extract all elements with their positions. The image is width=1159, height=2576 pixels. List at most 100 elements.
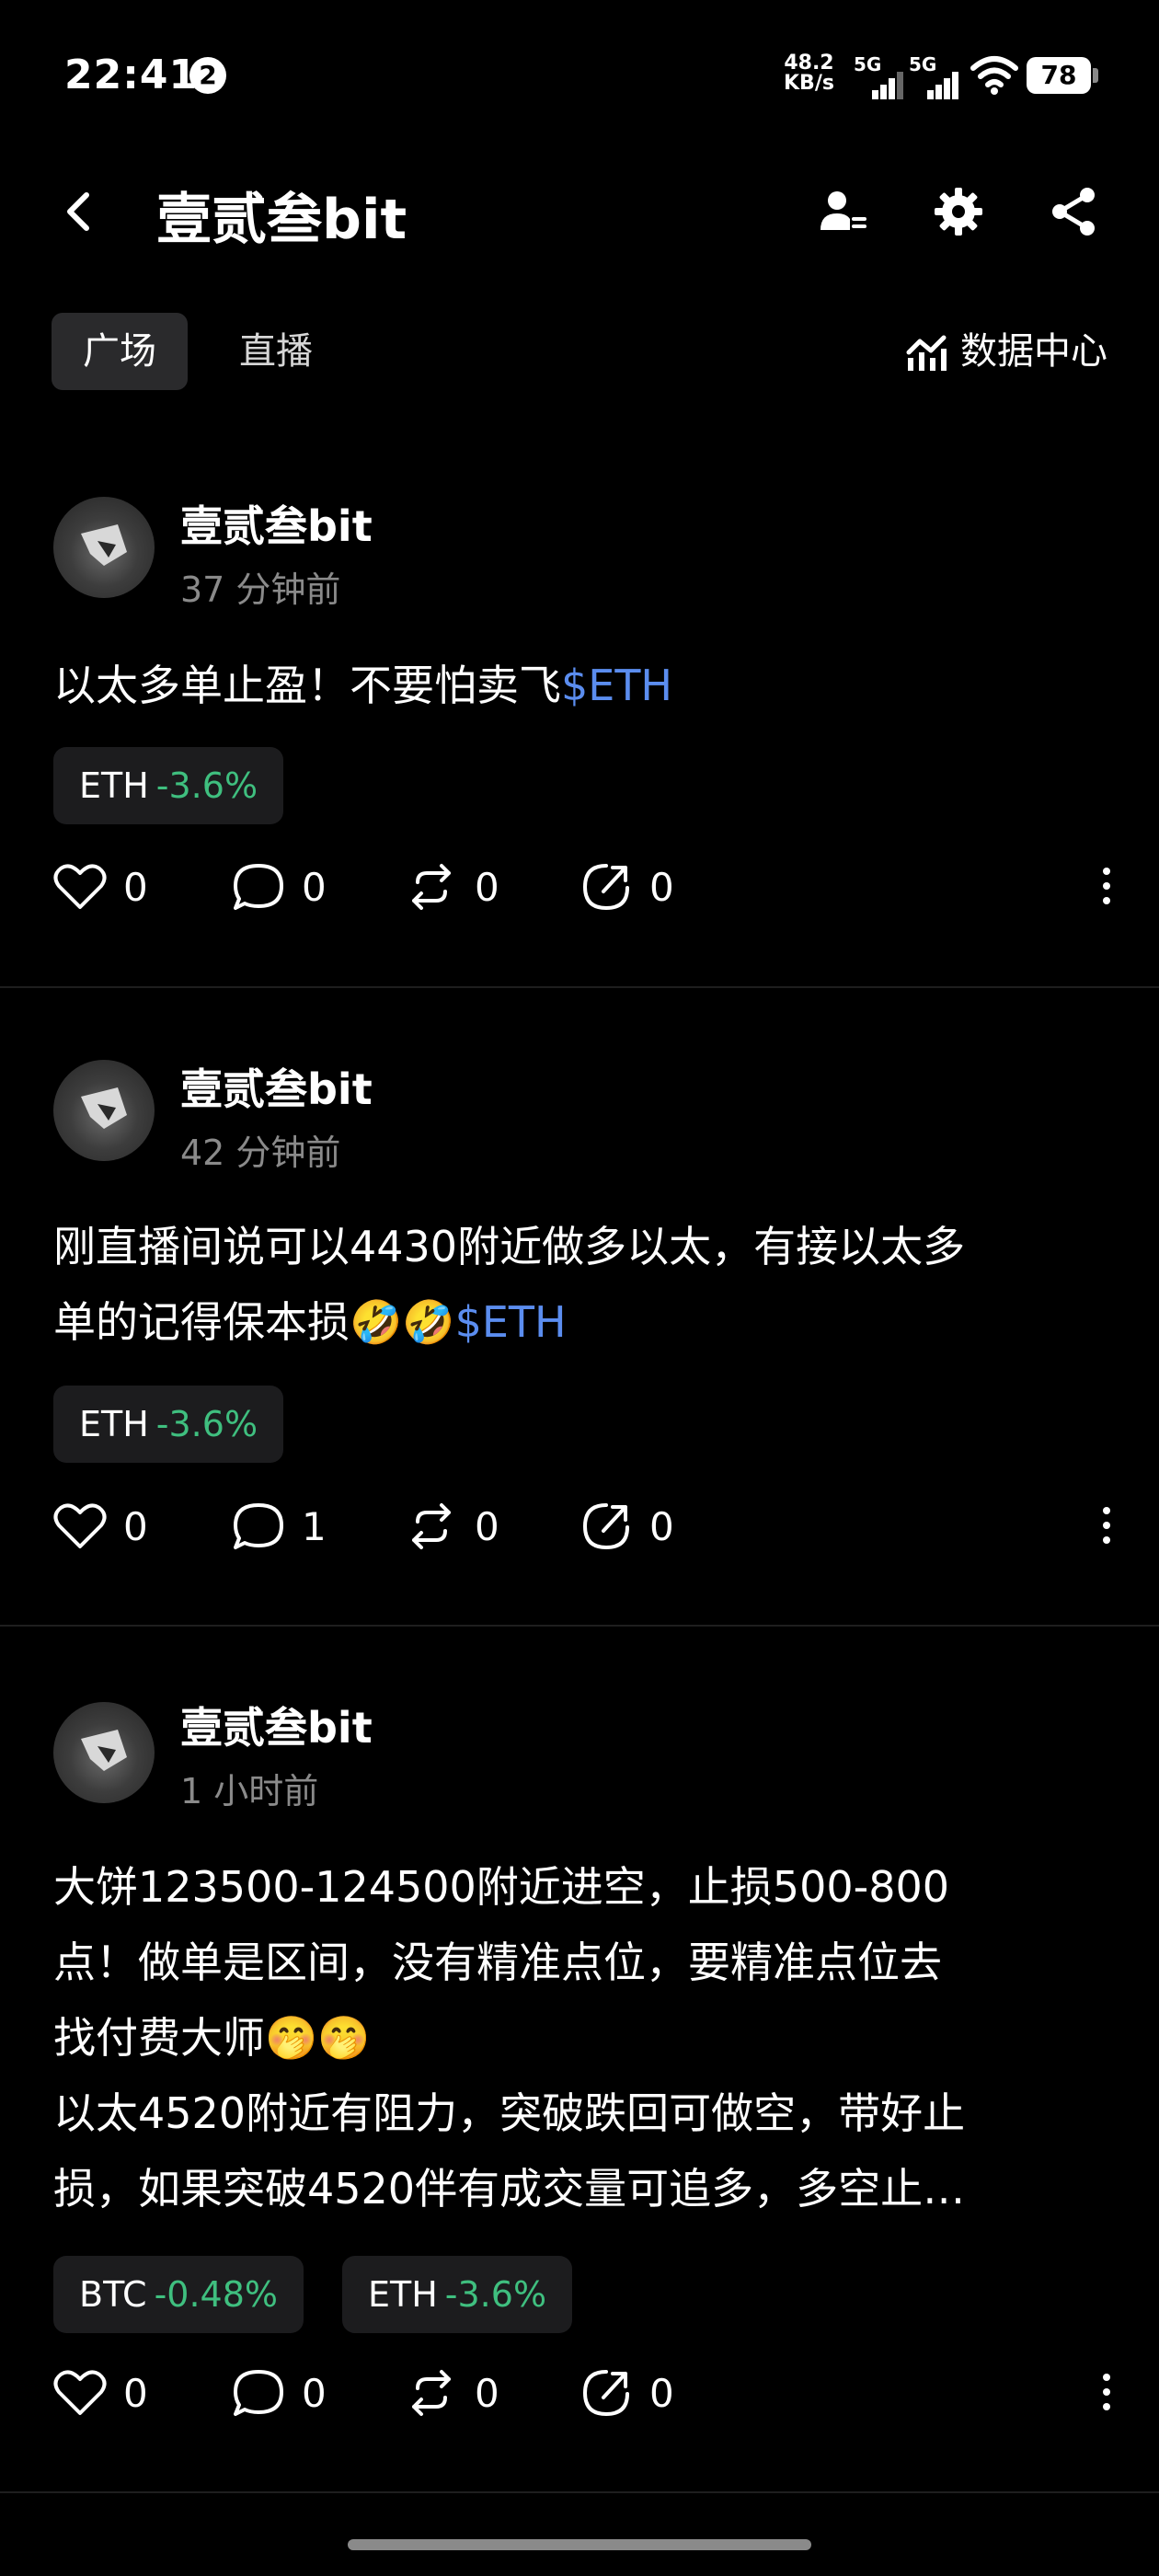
share-arrow-icon xyxy=(582,1503,629,1550)
avatar[interactable] xyxy=(53,497,155,598)
ticker-pill[interactable]: ETH -3.6% xyxy=(53,1386,284,1463)
ticker-change: -3.6% xyxy=(155,765,258,806)
post-card[interactable]: 壹贰叁bit 1 小时前 大饼123500-124500附近进空，止损500-8… xyxy=(0,1656,1159,2484)
post-text-line: 损，如果突破4520伴有成交量可追多，多空止… xyxy=(53,2164,966,2214)
tab-live[interactable]: 直播 xyxy=(208,313,344,390)
data-center-link[interactable]: 数据中心 xyxy=(905,313,1107,390)
more-icon[interactable] xyxy=(1093,860,1120,915)
ticker-symbol: ETH xyxy=(368,2274,438,2315)
clock: 22:41 xyxy=(64,52,199,98)
ticker-symbol: ETH xyxy=(79,1404,149,1444)
post-text-line: 点！做单是区间，没有精准点位，要精准点位去 xyxy=(53,1938,942,1987)
comment-count: 0 xyxy=(302,864,327,910)
repost-count: 0 xyxy=(475,1503,499,1549)
share-icon[interactable] xyxy=(1045,182,1104,241)
comment-count: 0 xyxy=(302,2370,327,2416)
tab-bar: 广场 直播 数据中心 xyxy=(0,313,1159,396)
home-indicator[interactable] xyxy=(348,2539,811,2550)
post-card[interactable]: 壹贰叁bit 42 分钟前 刚直播间说可以4430附近做多以太，有接以太多 单的… xyxy=(0,1021,1159,1619)
avatar[interactable] xyxy=(53,1702,155,1803)
chart-icon xyxy=(906,335,947,371)
ticker-change: -3.6% xyxy=(444,2274,547,2315)
like-count: 0 xyxy=(123,2370,148,2416)
avatar-image xyxy=(81,1087,127,1129)
repost-button[interactable]: 0 xyxy=(405,2361,499,2425)
like-count: 0 xyxy=(123,864,148,910)
avatar[interactable] xyxy=(53,1060,155,1161)
signal-bars-icon xyxy=(872,72,905,99)
comment-button[interactable]: 0 xyxy=(232,855,327,919)
comment-button[interactable]: 1 xyxy=(232,1494,327,1558)
repost-count: 0 xyxy=(475,864,499,910)
ticker-symbol: BTC xyxy=(79,2274,147,2315)
divider xyxy=(0,2491,1159,2493)
avatar-image xyxy=(81,524,127,566)
post-body[interactable]: 以太多单止盈！不要怕卖飞$ETH xyxy=(53,648,1111,723)
comment-icon xyxy=(234,1503,283,1549)
post-time: 1 小时前 xyxy=(180,1771,319,1811)
post-author[interactable]: 壹贰叁bit xyxy=(180,1695,373,1755)
network-speed-unit: KB/s xyxy=(784,72,834,95)
tab-square[interactable]: 广场 xyxy=(52,313,188,390)
user-settings-icon[interactable] xyxy=(813,182,872,241)
share-count: 0 xyxy=(649,864,674,910)
post-text-line: 单的记得保本损🤣🤣 xyxy=(53,1297,455,1347)
ticker-pill[interactable]: BTC -0.48% xyxy=(53,2256,304,2333)
like-button[interactable]: 0 xyxy=(53,855,148,919)
more-icon[interactable] xyxy=(1093,2366,1120,2421)
comment-icon xyxy=(234,864,283,910)
signal-bars-icon xyxy=(927,72,960,99)
repost-button[interactable]: 0 xyxy=(405,855,499,919)
share-post-button[interactable]: 0 xyxy=(580,2361,674,2425)
repost-icon xyxy=(412,2370,451,2416)
ticker-tag[interactable]: $ETH xyxy=(561,661,672,710)
share-post-button[interactable]: 0 xyxy=(580,855,674,919)
page-title: 壹贰叁bit xyxy=(156,188,407,252)
like-button[interactable]: 0 xyxy=(53,2361,148,2425)
post-text-line: 找付费大师🤭🤭 xyxy=(53,2013,371,2063)
post-actions: 0 1 0 0 xyxy=(53,1494,1120,1558)
more-icon[interactable] xyxy=(1093,1500,1120,1555)
comment-button[interactable]: 0 xyxy=(232,2361,327,2425)
repost-count: 0 xyxy=(475,2370,499,2416)
divider xyxy=(0,1625,1159,1627)
heart-icon xyxy=(53,2370,107,2415)
post-body[interactable]: 刚直播间说可以4430附近做多以太，有接以太多 单的记得保本损🤣🤣$ETH xyxy=(53,1209,1111,1360)
post-text: 以太多单止盈！不要怕卖飞 xyxy=(53,661,561,710)
post-body[interactable]: 大饼123500-124500附近进空，止损500-800 点！做单是区间，没有… xyxy=(53,1849,1111,2226)
ticker-pill[interactable]: ETH -3.6% xyxy=(342,2256,573,2333)
post-time: 37 分钟前 xyxy=(180,569,341,610)
post-time: 42 分钟前 xyxy=(180,1133,341,1173)
comment-count: 1 xyxy=(302,1503,327,1549)
repost-button[interactable]: 0 xyxy=(405,1494,499,1558)
repost-icon xyxy=(412,864,451,910)
ticker-change: -3.6% xyxy=(155,1404,258,1444)
heart-icon xyxy=(53,1503,107,1548)
post-text-line: 刚直播间说可以4430附近做多以太，有接以太多 xyxy=(53,1222,966,1271)
battery-indicator: 78 xyxy=(1027,57,1098,94)
status-bar: 22:41 2 48.2 KB/s 5G 5G 78 xyxy=(0,0,1159,147)
network-speed-value: 48.2 xyxy=(784,52,834,75)
share-count: 0 xyxy=(649,1503,674,1549)
post-card[interactable]: 壹贰叁bit 37 分钟前 以太多单止盈！不要怕卖飞$ETH ETH -3.6% … xyxy=(0,460,1159,984)
comment-icon xyxy=(234,2370,283,2416)
share-post-button[interactable]: 0 xyxy=(580,1494,674,1558)
like-button[interactable]: 0 xyxy=(53,1494,148,1558)
divider xyxy=(0,986,1159,988)
gear-icon[interactable] xyxy=(929,182,988,241)
ticker-pill[interactable]: ETH -3.6% xyxy=(53,747,284,824)
post-author[interactable]: 壹贰叁bit xyxy=(180,493,373,554)
ticker-tag[interactable]: $ETH xyxy=(455,1297,567,1347)
share-count: 0 xyxy=(649,2370,674,2416)
ticker-change: -0.48% xyxy=(154,2274,279,2315)
like-count: 0 xyxy=(123,1503,148,1549)
share-arrow-icon xyxy=(582,2370,629,2417)
heart-icon xyxy=(53,864,107,909)
post-author[interactable]: 壹贰叁bit xyxy=(180,1056,373,1117)
share-arrow-icon xyxy=(582,864,629,911)
post-text-line: 以太4520附近有阻力，突破跌回可做空，带好止 xyxy=(53,2088,966,2138)
wifi-icon xyxy=(970,56,1018,95)
repost-icon xyxy=(412,1503,451,1549)
back-icon[interactable] xyxy=(52,184,107,239)
ticker-symbol: ETH xyxy=(79,765,149,806)
